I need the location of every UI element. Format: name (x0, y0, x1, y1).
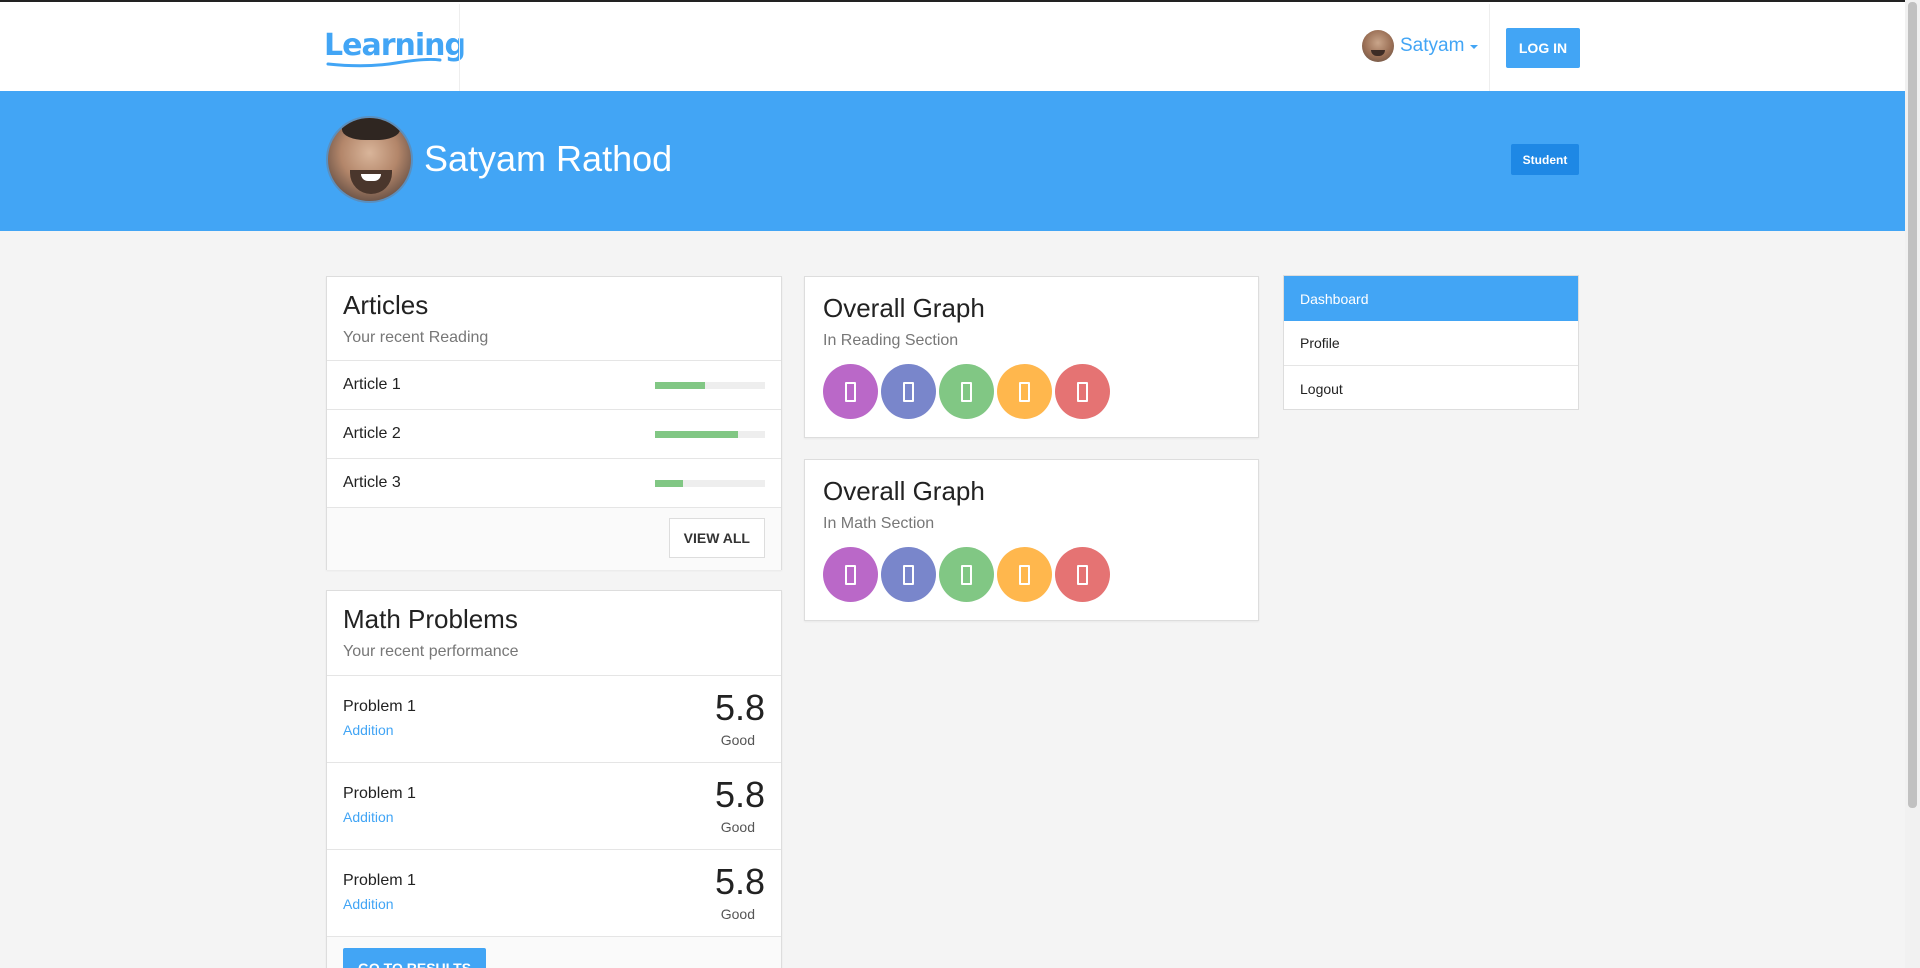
math-footer: GO TO RESULTS (327, 937, 781, 968)
user-menu-name: Satyam (1400, 35, 1465, 56)
article-name: Article 1 (343, 376, 401, 393)
problem-grade: Good (720, 732, 755, 748)
graph-title: Overall Graph (823, 476, 985, 506)
article-name: Article 2 (343, 425, 401, 442)
problem-type-link[interactable]: Addition (343, 896, 394, 912)
placeholder-glyph-icon (903, 381, 914, 402)
role-badge[interactable]: Student (1511, 144, 1579, 175)
problem-name: Problem 1 (343, 698, 416, 715)
math-title: Math Problems (343, 604, 518, 634)
list-item[interactable]: Article 3 (327, 459, 781, 508)
articles-footer: VIEW ALL (327, 508, 781, 570)
math-subtitle: Your recent performance (343, 643, 519, 660)
list-item[interactable]: Article 2 (327, 410, 781, 459)
math-graph-card: Overall Graph In Math Section (804, 459, 1259, 621)
problem-grade: Good (720, 819, 755, 835)
list-item[interactable]: Article 1 (327, 361, 781, 410)
graph-circle[interactable] (1055, 364, 1110, 419)
sidebar-item-profile[interactable]: Profile (1284, 321, 1578, 366)
go-to-results-button[interactable]: GO TO RESULTS (343, 948, 487, 968)
articles-card: Articles Your recent Reading Article 1 A… (326, 276, 782, 570)
graph-circle[interactable] (939, 547, 994, 602)
list-item[interactable]: Problem 1 Addition 5.8 Good (327, 850, 781, 937)
placeholder-glyph-icon (1077, 381, 1088, 402)
sidebar-item-logout[interactable]: Logout (1284, 366, 1578, 411)
scrollbar-thumb[interactable] (1908, 2, 1917, 808)
articles-title: Articles (343, 290, 429, 320)
graph-circles (823, 547, 1240, 602)
article-progress-bar (655, 381, 765, 389)
view-all-button[interactable]: VIEW ALL (668, 518, 765, 558)
navbar: Learning Satyam LOG IN (0, 2, 1905, 92)
graph-circle[interactable] (1055, 547, 1110, 602)
article-name: Article 3 (343, 474, 401, 491)
problem-score: 5.8 (714, 774, 765, 815)
user-avatar (1362, 30, 1394, 62)
placeholder-glyph-icon (845, 564, 856, 585)
graph-circle[interactable] (881, 547, 936, 602)
navbar-divider (1489, 4, 1490, 92)
placeholder-glyph-icon (903, 564, 914, 585)
reading-graph-card: Overall Graph In Reading Section (804, 276, 1259, 438)
sidebar-item-dashboard[interactable]: Dashboard (1284, 276, 1578, 321)
graph-circle[interactable] (939, 364, 994, 419)
problem-name: Problem 1 (343, 785, 416, 802)
article-progress-bar (655, 430, 765, 438)
problem-score: 5.8 (714, 687, 765, 728)
profile-name: Satyam Rathod (424, 138, 673, 179)
list-item[interactable]: Problem 1 Addition 5.8 Good (327, 763, 781, 850)
graph-circles (823, 364, 1240, 419)
sidebar-nav: Dashboard Profile Logout (1283, 275, 1579, 410)
problem-type-link[interactable]: Addition (343, 722, 394, 738)
graph-circle[interactable] (823, 364, 878, 419)
problem-score: 5.8 (714, 861, 765, 902)
problem-grade: Good (720, 906, 755, 922)
article-progress-bar (655, 479, 765, 487)
navbar-divider (459, 4, 460, 92)
placeholder-glyph-icon (845, 381, 856, 402)
graph-circle[interactable] (997, 364, 1052, 419)
problem-type-link[interactable]: Addition (343, 809, 394, 825)
graph-circle[interactable] (823, 547, 878, 602)
graph-subtitle: In Math Section (823, 515, 935, 532)
placeholder-glyph-icon (961, 564, 972, 585)
problem-name: Problem 1 (343, 872, 416, 889)
profile-avatar (326, 116, 413, 203)
articles-subtitle: Your recent Reading (343, 329, 489, 346)
graph-circle[interactable] (881, 364, 936, 419)
placeholder-glyph-icon (1077, 564, 1088, 585)
graph-subtitle: In Reading Section (823, 332, 959, 349)
graph-circle[interactable] (997, 547, 1052, 602)
login-button[interactable]: LOG IN (1506, 28, 1580, 68)
user-menu-dropdown[interactable]: Satyam (1362, 30, 1479, 62)
profile-header (0, 91, 1905, 231)
placeholder-glyph-icon (1019, 381, 1030, 402)
placeholder-glyph-icon (961, 381, 972, 402)
logo-swoosh-icon (326, 58, 442, 68)
chevron-down-icon (1470, 45, 1479, 49)
graph-title: Overall Graph (823, 293, 985, 323)
list-item[interactable]: Problem 1 Addition 5.8 Good (327, 676, 781, 763)
placeholder-glyph-icon (1019, 564, 1030, 585)
math-problems-card: Math Problems Your recent performance Pr… (326, 590, 782, 968)
